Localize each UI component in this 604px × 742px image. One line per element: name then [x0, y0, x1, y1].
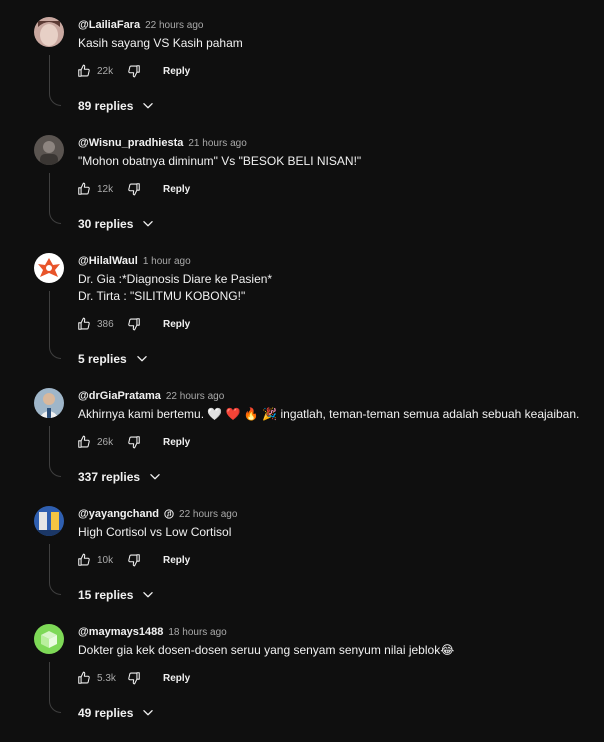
thumbs-down-icon[interactable] — [127, 435, 141, 449]
avatar[interactable] — [34, 388, 64, 418]
chevron-down-icon — [133, 99, 155, 113]
view-replies-button[interactable]: 15 replies — [78, 586, 155, 604]
replies-count: 15 replies — [78, 588, 134, 602]
thumbs-down-icon[interactable] — [127, 182, 141, 196]
thread-connector — [49, 662, 61, 713]
comment: @HilalWaul 1 hour ago Dr. Gia :*Diagnosis … — [0, 253, 604, 371]
comment-header: @yayangchand 22 hours ago — [78, 507, 237, 521]
comment-text: High Cortisol vs Low Cortisol — [78, 525, 232, 539]
view-replies-button[interactable]: 49 replies — [78, 704, 155, 722]
author-name[interactable]: @yayangchand — [78, 508, 159, 520]
reply-button[interactable]: Reply — [163, 437, 190, 448]
comment-actions: 386 Reply — [77, 316, 190, 332]
reply-button[interactable]: Reply — [163, 555, 190, 566]
comment-time[interactable]: 22 hours ago — [179, 509, 237, 520]
like-count: 5.3k — [97, 672, 116, 684]
comment-text: Dokter gia kek dosen-dosen seruu yang se… — [78, 643, 455, 657]
chevron-down-icon — [133, 588, 155, 602]
comment-header: @HilalWaul 1 hour ago — [78, 254, 191, 268]
comment-actions: 12k Reply — [77, 181, 190, 197]
avatar[interactable] — [34, 253, 64, 283]
replies-count: 30 replies — [78, 217, 134, 231]
comment-time[interactable]: 22 hours ago — [145, 20, 203, 31]
comment: @yayangchand 22 hours ago High Cortisol vs… — [0, 506, 604, 624]
comment-actions: 26k Reply — [77, 434, 190, 450]
thread-connector — [49, 544, 61, 595]
comment-text: Dr. Tirta : "SILITMU KOBONG!" — [78, 289, 246, 303]
like-count: 12k — [97, 183, 114, 195]
comment-header: @LailiaFara 22 hours ago — [78, 18, 203, 32]
replies-count: 337 replies — [78, 470, 141, 484]
chevron-down-icon — [140, 470, 162, 484]
thumbs-up-icon[interactable] — [77, 671, 91, 685]
thumbs-down-icon[interactable] — [127, 64, 141, 78]
comment-time[interactable]: 21 hours ago — [188, 138, 246, 149]
thumbs-up-icon[interactable] — [77, 317, 91, 331]
comment-time[interactable]: 1 hour ago — [143, 256, 191, 267]
comment-actions: 10k Reply — [77, 552, 190, 568]
thread-connector — [49, 291, 61, 359]
comment-time[interactable]: 22 hours ago — [166, 391, 224, 402]
comment: @LailiaFara 22 hours ago Kasih sayang VS K… — [0, 17, 604, 135]
thumbs-up-icon[interactable] — [77, 182, 91, 196]
author-name[interactable]: @drGiaPratama — [78, 390, 161, 402]
comment-text: "Mohon obatnya diminum" Vs "BESOK BELI N… — [78, 154, 362, 168]
view-replies-button[interactable]: 337 replies — [78, 468, 162, 486]
comment-header: @maymays1488 18 hours ago — [78, 625, 227, 639]
music-note-icon — [164, 509, 174, 519]
replies-count: 49 replies — [78, 706, 134, 720]
replies-count: 5 replies — [78, 352, 127, 366]
comment: @Wisnu_pradhiesta 21 hours ago "Mohon obat… — [0, 135, 604, 253]
thread-connector — [49, 173, 61, 224]
comment: @maymays1488 18 hours ago Dokter gia kek d… — [0, 624, 604, 742]
comment: @drGiaPratama 22 hours ago Akhirnya kami b… — [0, 388, 604, 506]
replies-count: 89 replies — [78, 99, 134, 113]
author-name[interactable]: @HilalWaul — [78, 255, 138, 267]
avatar[interactable] — [34, 624, 64, 654]
thumbs-down-icon[interactable] — [127, 671, 141, 685]
reply-button[interactable]: Reply — [163, 66, 190, 77]
view-replies-button[interactable]: 5 replies — [78, 350, 149, 368]
comment-actions: 5.3k Reply — [77, 670, 190, 686]
author-name[interactable]: @maymays1488 — [78, 626, 163, 638]
comment-actions: 22k Reply — [77, 63, 190, 79]
comment-thread: @LailiaFara 22 hours ago Kasih sayang VS K… — [0, 0, 604, 734]
like-count: 10k — [97, 554, 114, 566]
thread-connector — [49, 426, 61, 477]
thumbs-up-icon[interactable] — [77, 435, 91, 449]
like-count: 386 — [97, 318, 114, 330]
reply-button[interactable]: Reply — [163, 319, 190, 330]
avatar[interactable] — [34, 135, 64, 165]
comment-text: Dr. Gia :*Diagnosis Diare ke Pasien* — [78, 272, 273, 286]
view-replies-button[interactable]: 30 replies — [78, 215, 155, 233]
view-replies-button[interactable]: 89 replies — [78, 97, 155, 115]
comment-header: @Wisnu_pradhiesta 21 hours ago — [78, 136, 247, 150]
like-count: 26k — [97, 436, 114, 448]
comment-time[interactable]: 18 hours ago — [168, 627, 226, 638]
thumbs-down-icon[interactable] — [127, 553, 141, 567]
reply-button[interactable]: Reply — [163, 673, 190, 684]
comment-text: Kasih sayang VS Kasih paham — [78, 36, 243, 50]
thread-connector — [49, 55, 61, 106]
comment-text: Akhirnya kami bertemu. 🤍 ❤️ 🔥 🎉 ingatlah… — [78, 407, 580, 421]
thumbs-up-icon[interactable] — [77, 64, 91, 78]
author-name[interactable]: @LailiaFara — [78, 19, 140, 31]
chevron-down-icon — [133, 217, 155, 231]
reply-button[interactable]: Reply — [163, 184, 190, 195]
author-name[interactable]: @Wisnu_pradhiesta — [78, 137, 183, 149]
thumbs-down-icon[interactable] — [127, 317, 141, 331]
avatar[interactable] — [34, 506, 64, 536]
thumbs-up-icon[interactable] — [77, 553, 91, 567]
comment-header: @drGiaPratama 22 hours ago — [78, 389, 224, 403]
chevron-down-icon — [127, 352, 149, 366]
avatar[interactable] — [34, 17, 64, 47]
chevron-down-icon — [133, 706, 155, 720]
like-count: 22k — [97, 65, 114, 77]
